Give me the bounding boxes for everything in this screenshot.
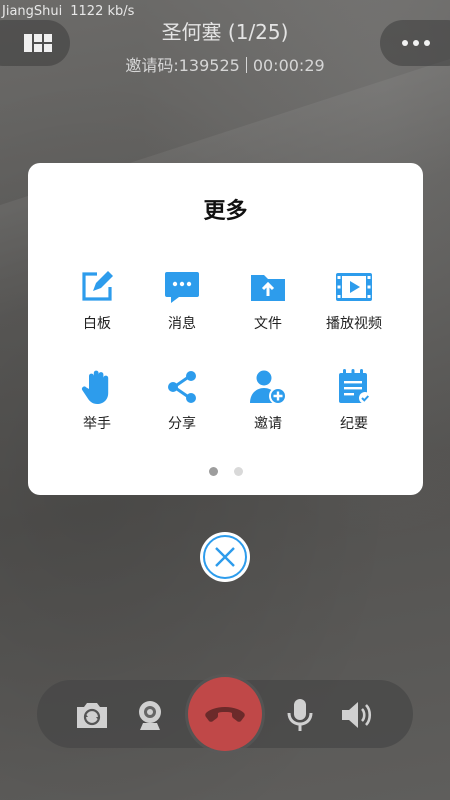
- page-dot-active: [208, 467, 218, 476]
- more-panel: 更多 白板 消息 文件 播放视频 举手 分享 邀请 纪要: [28, 163, 423, 495]
- item-label: 播放视频: [326, 316, 382, 332]
- switch-camera-button[interactable]: [74, 698, 110, 732]
- webcam-button[interactable]: [132, 698, 168, 732]
- page-indicator: [28, 467, 423, 476]
- message-button[interactable]: 消息: [139, 267, 225, 347]
- microphone-button[interactable]: [282, 698, 318, 732]
- folder-upload-icon: [251, 275, 285, 301]
- phone-hangup-icon: [205, 707, 245, 722]
- item-label: 文件: [254, 316, 282, 332]
- speaker-icon: [342, 702, 372, 728]
- invite-user-icon: [250, 370, 287, 405]
- meeting-info: 邀请码:139525 00:00:29: [0, 52, 450, 76]
- speaker-button[interactable]: [339, 698, 375, 732]
- notes-icon: [339, 369, 371, 404]
- webcam-icon: [139, 701, 161, 730]
- item-label: 举手: [83, 416, 111, 432]
- invite-code: 邀请码:139525: [125, 56, 240, 75]
- item-label: 纪要: [340, 416, 368, 432]
- invite-button[interactable]: 邀请: [225, 367, 311, 447]
- raise-hand-icon: [81, 370, 109, 404]
- message-icon: [165, 272, 199, 303]
- whiteboard-button[interactable]: 白板: [54, 267, 140, 347]
- share-icon: [168, 371, 196, 403]
- item-label: 消息: [168, 316, 196, 332]
- close-icon: [203, 535, 247, 579]
- microphone-icon: [287, 699, 313, 731]
- panel-title: 更多: [203, 199, 248, 224]
- play-video-button[interactable]: 播放视频: [311, 267, 397, 347]
- item-label: 邀请: [254, 416, 282, 432]
- meeting-title: 圣何塞 (1/25): [161, 20, 289, 44]
- play-video-icon: [336, 273, 372, 301]
- raise-hand-button[interactable]: 举手: [54, 367, 140, 447]
- page-dot: [233, 467, 243, 476]
- item-label: 分享: [168, 416, 196, 432]
- switch-camera-icon: [77, 703, 107, 728]
- file-button[interactable]: 文件: [225, 267, 311, 347]
- item-label: 白板: [83, 316, 111, 332]
- notes-button[interactable]: 纪要: [311, 367, 397, 447]
- hang-up-button[interactable]: [188, 677, 262, 751]
- share-button[interactable]: 分享: [139, 367, 225, 447]
- close-panel-button[interactable]: [200, 532, 250, 582]
- whiteboard-icon: [82, 271, 113, 301]
- call-duration: 00:00:29: [252, 56, 325, 75]
- divider: [245, 57, 247, 73]
